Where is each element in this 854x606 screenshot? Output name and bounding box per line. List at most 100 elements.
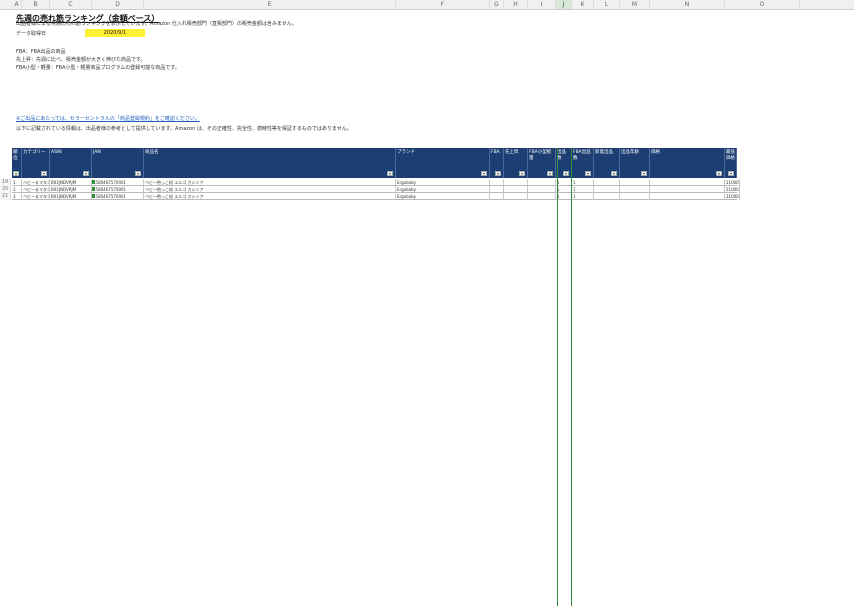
table-cell[interactable]: 4580467570001 [92,193,144,200]
table-cell[interactable]: ベビー＆マタニティ [22,193,50,200]
column-letter-C[interactable]: C [50,0,92,9]
table-cell[interactable]: 4580467570001 [92,186,144,193]
column-header: JAN [92,148,144,178]
filter-dropdown-icon[interactable] [41,171,47,176]
table-cell[interactable]: 21000 [725,186,740,193]
column-header-label: 商品名 [145,150,159,155]
policy-link[interactable]: ※ご出品にあたっては、セラーセントラルの「商品登録規約」をご確認ください。 [16,116,200,123]
table-cell[interactable] [620,186,650,193]
row-number[interactable]: 20 [0,186,11,193]
table-cell[interactable] [650,193,725,200]
column-header-label: JAN [93,150,101,155]
table-cell[interactable]: 21000 [725,193,740,200]
column-letter-B[interactable]: B [22,0,50,9]
disclaimer-text: 以下に記載されている情報は、出品者様の参考として提供しています。Amazon は… [16,126,352,132]
column-letter-A[interactable]: A [12,0,22,9]
column-header: 順位 [12,148,22,178]
column-letter-M[interactable]: M [620,0,650,9]
table-cell[interactable]: 1 [572,193,594,200]
table-cell[interactable] [490,186,504,193]
table-cell[interactable]: 4580467570001 [92,179,144,186]
column-letter-H[interactable]: H [504,0,528,9]
column-letter-D[interactable]: D [92,0,144,9]
table-cell[interactable]: 2 [12,186,22,193]
column-header: 価格 [650,148,725,178]
table-cell[interactable]: Ergobaby [396,186,490,193]
table-cell[interactable]: B01JNDVRJM [50,179,92,186]
column-letter-L[interactable]: L [594,0,620,9]
table-cell[interactable] [528,179,556,186]
table-cell[interactable] [490,179,504,186]
filter-dropdown-icon[interactable] [387,171,393,176]
table-cell[interactable] [504,186,528,193]
column-header: 新着出品 [594,148,620,178]
column-letter-I[interactable]: I [528,0,556,9]
table-cell[interactable] [620,193,650,200]
table-cell[interactable]: 1 [556,193,572,200]
filter-dropdown-icon[interactable] [728,171,734,176]
column-letter-N[interactable]: N [650,0,725,9]
table-cell[interactable] [620,179,650,186]
table-cell[interactable] [504,179,528,186]
column-header: FBA [490,148,504,178]
table-cell[interactable]: ベビー抱っこ紐 エルゴ カシミア [144,179,396,186]
table-cell[interactable] [650,179,725,186]
table-cell[interactable]: 1 [572,186,594,193]
filter-dropdown-icon[interactable] [519,171,525,176]
table-cell[interactable]: Ergobaby [396,193,490,200]
table-cell[interactable]: ベビー抱っこ紐 エルゴ カシミア [144,193,396,200]
filter-dropdown-icon[interactable] [83,171,89,176]
table-cell[interactable]: 1 [556,186,572,193]
note-line: 先上昇：先週に比べ、販売金額が大きく伸びた商品です。 [16,57,146,63]
filter-dropdown-icon[interactable] [611,171,617,176]
table-cell[interactable] [594,186,620,193]
table-cell[interactable] [594,179,620,186]
filter-dropdown-icon[interactable] [563,171,569,176]
table-cell[interactable] [594,193,620,200]
table-cell[interactable]: 1 [556,179,572,186]
filter-dropdown-icon[interactable] [716,171,722,176]
table-cell[interactable] [528,193,556,200]
column-header: ブランド [396,148,490,178]
table-cell[interactable]: ベビー＆マタニティ [22,186,50,193]
table-cell[interactable]: ベビー＆マタニティ [22,179,50,186]
column-header: カテゴリー [22,148,50,178]
column-letter-K[interactable]: K [572,0,594,9]
table-cell[interactable] [504,193,528,200]
table-row[interactable]: 1ベビー＆マタニティB01JNDVRJM4580467570001ベビー抱っこ紐… [12,179,740,186]
table-cell[interactable] [490,193,504,200]
table-cell[interactable] [650,186,725,193]
column-letter-E[interactable]: E [144,0,396,9]
row-number[interactable]: 19 [0,179,11,186]
filter-dropdown-icon[interactable] [481,171,487,176]
table-cell[interactable]: 1 [572,179,594,186]
filter-dropdown-icon[interactable] [495,171,501,176]
table-row[interactable]: 3ベビー＆マタニティB01JNDVRJM4580467570001ベビー抱っこ紐… [12,193,740,200]
column-letter-F[interactable]: F [396,0,490,9]
table-cell[interactable]: 1 [12,179,22,186]
table-cell[interactable]: 21000 [725,179,740,186]
table-cell[interactable]: Ergobaby [396,179,490,186]
table-cell[interactable]: 3 [12,193,22,200]
cell-marker-icon [92,187,95,191]
row-number[interactable]: 21 [0,193,11,200]
filter-dropdown-icon[interactable] [641,171,647,176]
table-row[interactable]: 2ベビー＆マタニティB01JNDVRJM4580467570001ベビー抱っこ紐… [12,186,740,193]
column-header-label: 出品数 [557,150,566,161]
filter-dropdown-icon[interactable] [547,171,553,176]
date-value[interactable]: 2020/9/1 [85,29,145,37]
column-letter-J[interactable]: J [556,0,572,9]
table-cell[interactable] [528,186,556,193]
column-header-label: 先上昇 [505,150,519,155]
spreadsheet: ABCDEFGHIJKLMNO 19 20 21 先週の売れ筋ランキング（金額ベース… [0,0,854,606]
table-cell[interactable]: ベビー抱っこ紐 エルゴ カシミア [144,186,396,193]
table-cell[interactable]: B01JNDVRJM [50,193,92,200]
filter-dropdown-icon[interactable] [13,171,19,176]
column-header-label: 新着出品 [595,150,613,155]
filter-dropdown-icon[interactable] [585,171,591,176]
filter-dropdown-icon[interactable] [135,171,141,176]
column-letter-G[interactable]: G [490,0,504,9]
column-letter-O[interactable]: O [725,0,800,9]
column-header-label: FBA出品数 [573,150,591,161]
table-cell[interactable]: B01JNDVRJM [50,186,92,193]
